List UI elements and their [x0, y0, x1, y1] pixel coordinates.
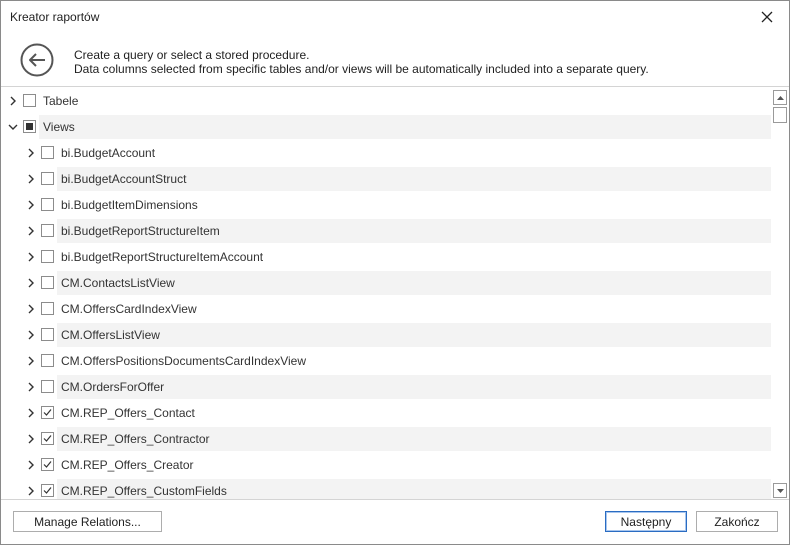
- chevron-right-icon[interactable]: [25, 381, 37, 393]
- row-label: CM.REP_Offers_Contact: [61, 406, 195, 420]
- row-label: CM.REP_Offers_CustomFields: [61, 484, 227, 498]
- row-background: [39, 115, 771, 139]
- chevron-down-icon[interactable]: [7, 121, 19, 133]
- finish-button[interactable]: Zakończ: [696, 511, 778, 532]
- row-label: bi.BudgetItemDimensions: [61, 198, 198, 212]
- back-arrow-icon: [20, 43, 54, 77]
- checkmark-icon: [43, 461, 52, 468]
- row-checkbox[interactable]: [41, 224, 54, 237]
- checkmark-icon: [43, 487, 52, 494]
- tree-row[interactable]: CM.ContactsListView: [1, 271, 771, 295]
- row-label: CM.OffersPositionsDocumentsCardIndexView: [61, 354, 306, 368]
- row-label: CM.OrdersForOffer: [61, 380, 165, 394]
- chevron-right-icon[interactable]: [25, 329, 37, 341]
- chevron-right-icon[interactable]: [25, 173, 37, 185]
- chevron-right-icon[interactable]: [25, 277, 37, 289]
- partial-check-indicator: [26, 123, 33, 130]
- row-label: CM.REP_Offers_Contractor: [61, 432, 210, 446]
- back-button[interactable]: [20, 43, 54, 77]
- tree-row[interactable]: CM.REP_Offers_CustomFields: [1, 479, 771, 499]
- next-button[interactable]: Następny: [605, 511, 687, 532]
- chevron-right-icon[interactable]: [25, 199, 37, 211]
- scroll-down-button[interactable]: [773, 483, 787, 498]
- close-icon: [761, 11, 773, 23]
- tree-row[interactable]: bi.BudgetItemDimensions: [1, 193, 771, 217]
- row-checkbox[interactable]: [41, 172, 54, 185]
- wizard-header: Create a query or select a stored proced…: [1, 33, 789, 86]
- row-checkbox[interactable]: [41, 328, 54, 341]
- row-checkbox[interactable]: [41, 354, 54, 367]
- row-checkbox[interactable]: [41, 302, 54, 315]
- row-checkbox[interactable]: [41, 380, 54, 393]
- chevron-right-icon[interactable]: [25, 303, 37, 315]
- tree-row[interactable]: CM.REP_Offers_Contractor: [1, 427, 771, 451]
- checkmark-icon: [43, 409, 52, 416]
- tree-row[interactable]: CM.REP_Offers_Contact: [1, 401, 771, 425]
- chevron-right-icon[interactable]: [25, 251, 37, 263]
- row-checkbox[interactable]: [23, 120, 36, 133]
- row-background: [57, 323, 771, 347]
- chevron-right-icon[interactable]: [25, 147, 37, 159]
- checkmark-icon: [43, 435, 52, 442]
- manage-relations-button[interactable]: Manage Relations...: [13, 511, 162, 532]
- row-checkbox[interactable]: [41, 198, 54, 211]
- row-checkbox[interactable]: [41, 276, 54, 289]
- tree-row[interactable]: CM.OffersPositionsDocumentsCardIndexView: [1, 349, 771, 373]
- tree-row[interactable]: CM.OrdersForOffer: [1, 375, 771, 399]
- row-checkbox[interactable]: [41, 250, 54, 263]
- row-label: CM.OffersListView: [61, 328, 160, 342]
- header-line-2: Data columns selected from specific tabl…: [74, 62, 649, 76]
- row-label: CM.REP_Offers_Creator: [61, 458, 194, 472]
- tree-row[interactable]: CM.OffersListView: [1, 323, 771, 347]
- tree-row[interactable]: bi.BudgetReportStructureItem: [1, 219, 771, 243]
- chevron-right-icon[interactable]: [25, 433, 37, 445]
- scroll-thumb[interactable]: [773, 107, 787, 123]
- row-background: [39, 89, 771, 113]
- row-label: Views: [43, 120, 75, 134]
- header-line-1: Create a query or select a stored proced…: [74, 48, 310, 62]
- title-bar: Kreator raportów: [1, 1, 789, 33]
- dialog-title: Kreator raportów: [10, 10, 100, 24]
- chevron-right-icon[interactable]: [7, 95, 19, 107]
- chevron-right-icon[interactable]: [25, 355, 37, 367]
- row-label: bi.BudgetReportStructureItem: [61, 224, 220, 238]
- close-button[interactable]: [751, 4, 783, 30]
- tree-row[interactable]: CM.REP_Offers_Creator: [1, 453, 771, 477]
- tree-row[interactable]: bi.BudgetAccount: [1, 141, 771, 165]
- report-wizard-dialog: Kreator raportów Create a query or selec…: [0, 0, 790, 545]
- tree-row[interactable]: bi.BudgetReportStructureItemAccount: [1, 245, 771, 269]
- row-background: [57, 141, 771, 165]
- chevron-right-icon[interactable]: [25, 225, 37, 237]
- header-divider: [1, 86, 789, 87]
- row-checkbox[interactable]: [41, 406, 54, 419]
- chevron-right-icon[interactable]: [25, 407, 37, 419]
- triangle-up-icon: [776, 95, 784, 100]
- tree-row[interactable]: Views: [1, 115, 771, 139]
- tree-row[interactable]: CM.OffersCardIndexView: [1, 297, 771, 321]
- scroll-up-button[interactable]: [773, 90, 787, 105]
- tree-scrollbar[interactable]: [772, 89, 788, 499]
- row-label: CM.OffersCardIndexView: [61, 302, 197, 316]
- footer-divider: [1, 499, 789, 500]
- row-label: bi.BudgetAccountStruct: [61, 172, 187, 186]
- tree-row[interactable]: bi.BudgetAccountStruct: [1, 167, 771, 191]
- row-checkbox[interactable]: [41, 432, 54, 445]
- triangle-down-icon: [776, 488, 784, 493]
- tables-views-tree: Tabele Views bi.BudgetAccount bi.BudgetAcco…: [1, 89, 771, 499]
- tree-row[interactable]: Tabele: [1, 89, 771, 113]
- row-checkbox[interactable]: [41, 484, 54, 497]
- row-label: Tabele: [43, 94, 79, 108]
- row-label: CM.ContactsListView: [61, 276, 175, 290]
- row-checkbox[interactable]: [41, 146, 54, 159]
- header-instructions: Create a query or select a stored proced…: [74, 48, 649, 76]
- chevron-right-icon[interactable]: [25, 459, 37, 471]
- row-checkbox[interactable]: [23, 94, 36, 107]
- chevron-right-icon[interactable]: [25, 485, 37, 497]
- row-checkbox[interactable]: [41, 458, 54, 471]
- row-label: bi.BudgetReportStructureItemAccount: [61, 250, 264, 264]
- row-label: bi.BudgetAccount: [61, 146, 156, 160]
